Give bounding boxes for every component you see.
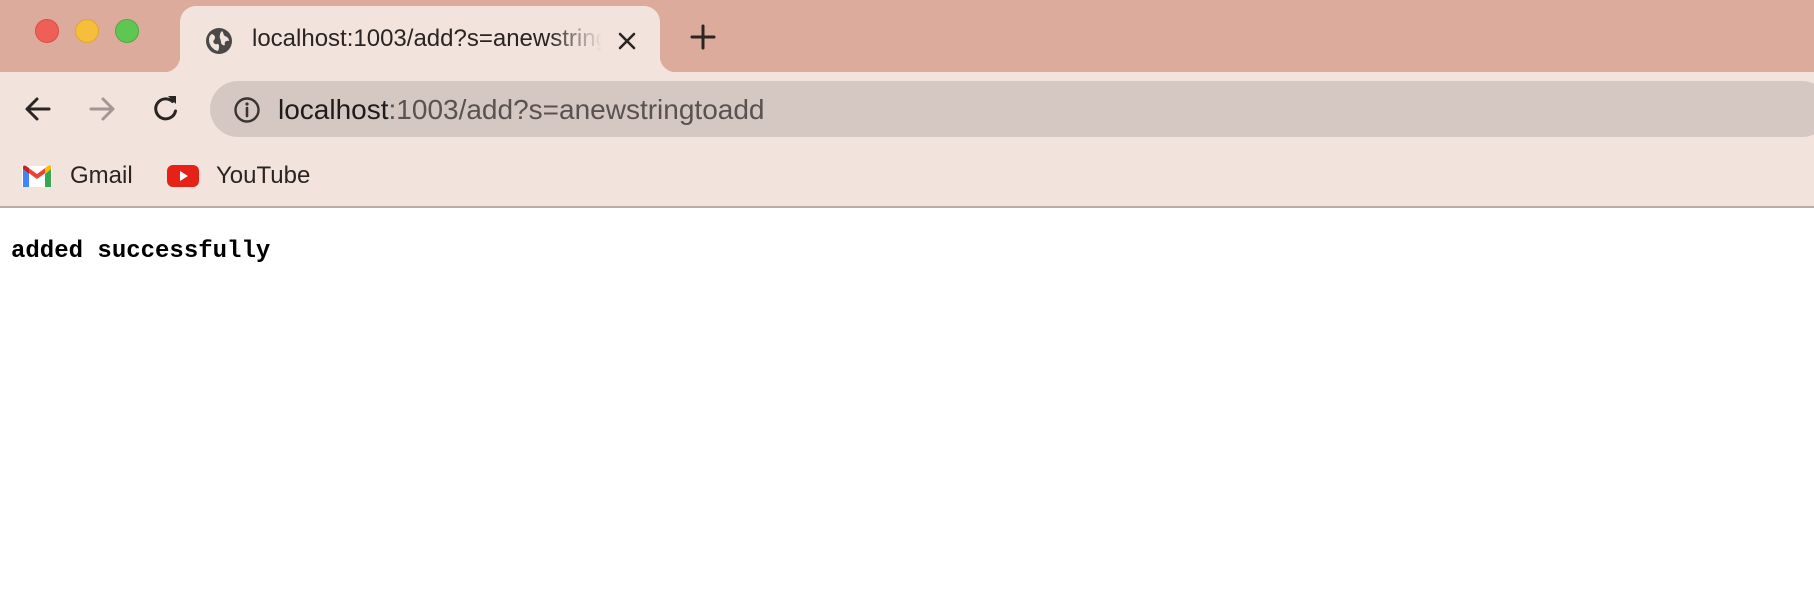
youtube-icon [167, 165, 199, 187]
gmail-icon [22, 165, 52, 187]
window-minimize-button[interactable] [75, 19, 99, 43]
bookmark-gmail-label: Gmail [70, 162, 133, 189]
response-message: added successfully [11, 238, 271, 265]
bookmarks-bar: Gmail YouTube [0, 146, 1814, 208]
url-path: :1003/add?s=anewstringtoadd [388, 94, 765, 125]
bookmark-youtube-label: YouTube [216, 162, 311, 189]
arrow-left-icon[interactable] [20, 91, 56, 127]
bookmark-youtube[interactable]: YouTube [166, 158, 310, 194]
tab-strip: localhost:1003/add?s=anewstringtoadd [0, 0, 1814, 72]
window-zoom-button[interactable] [115, 19, 139, 43]
info-icon[interactable] [232, 95, 262, 125]
active-tab[interactable]: localhost:1003/add?s=anewstringtoadd [164, 6, 676, 72]
tab-title: localhost:1003/add?s=anewstringtoadd [252, 25, 602, 52]
toolbar: localhost:1003/add?s=anewstringtoadd [0, 72, 1814, 146]
url-text: localhost:1003/add?s=anewstringtoadd [278, 94, 764, 126]
close-icon[interactable] [612, 26, 642, 56]
page-content: added successfully [0, 208, 1814, 616]
window-close-button[interactable] [35, 19, 59, 43]
globe-icon [206, 28, 232, 54]
arrow-right-icon[interactable] [84, 91, 120, 127]
address-bar[interactable]: localhost:1003/add?s=anewstringtoadd [210, 81, 1814, 137]
plus-icon[interactable] [686, 20, 720, 54]
bookmark-gmail[interactable]: Gmail [20, 158, 133, 194]
url-host: localhost [278, 94, 389, 125]
reload-icon[interactable] [148, 91, 184, 127]
